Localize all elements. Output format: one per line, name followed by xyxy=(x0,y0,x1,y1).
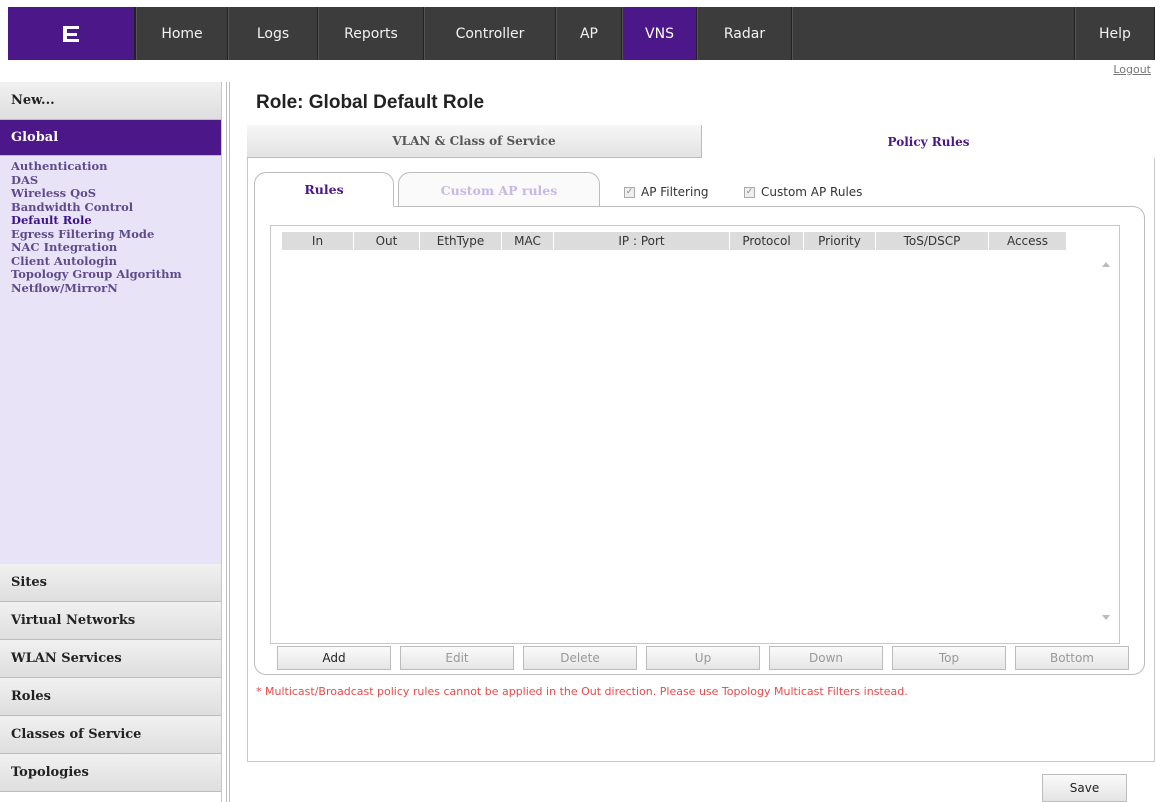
sidebar-classes-of-service[interactable]: Classes of Service xyxy=(0,716,221,754)
sidebar-item-egress-filtering[interactable]: Egress Filtering Mode xyxy=(11,227,221,242)
top-button[interactable]: Top xyxy=(892,646,1006,670)
bottom-button[interactable]: Bottom xyxy=(1015,646,1129,670)
sidebar-item-nac-integration[interactable]: NAC Integration xyxy=(11,240,221,255)
col-access[interactable]: Access xyxy=(989,232,1067,250)
sidebar-virtual-networks[interactable]: Virtual Networks xyxy=(0,602,221,640)
rules-button-row: Add Edit Delete Up Down Top Bottom xyxy=(277,646,1129,670)
down-button[interactable]: Down xyxy=(769,646,883,670)
sidebar-global-list: Authentication DAS Wireless QoS Bandwidt… xyxy=(0,156,221,564)
col-priority[interactable]: Priority xyxy=(804,232,876,250)
ap-filtering-label: AP Filtering xyxy=(641,185,709,199)
brand-logo[interactable] xyxy=(8,7,136,60)
sidebar-item-default-role[interactable]: Default Role xyxy=(11,213,221,228)
col-tos-dscp[interactable]: ToS/DSCP xyxy=(876,232,989,250)
rules-grid[interactable] xyxy=(270,225,1120,644)
logout-link[interactable]: Logout xyxy=(1113,63,1151,76)
sidebar: New... Global Authentication DAS Wireles… xyxy=(0,82,222,802)
sidebar-global[interactable]: Global xyxy=(0,120,221,156)
grid-scrollbar[interactable] xyxy=(1097,250,1115,630)
col-ip-port[interactable]: IP : Port xyxy=(554,232,730,250)
ap-filtering-checkbox[interactable]: ✓ xyxy=(624,186,635,198)
sidebar-wlan-services[interactable]: WLAN Services xyxy=(0,640,221,678)
col-out[interactable]: Out xyxy=(354,232,420,250)
nav-home[interactable]: Home xyxy=(136,7,228,60)
col-protocol[interactable]: Protocol xyxy=(730,232,804,250)
sidebar-splitter[interactable] xyxy=(226,82,230,802)
col-ethtype[interactable]: EthType xyxy=(420,232,502,250)
col-in[interactable]: In xyxy=(282,232,354,250)
nav-radar[interactable]: Radar xyxy=(697,7,792,60)
save-button[interactable]: Save xyxy=(1042,774,1127,802)
sidebar-new[interactable]: New... xyxy=(0,82,221,120)
up-button[interactable]: Up xyxy=(646,646,760,670)
scroll-down-icon[interactable] xyxy=(1102,615,1110,620)
sidebar-item-authentication[interactable]: Authentication xyxy=(11,159,221,174)
scroll-up-icon[interactable] xyxy=(1102,262,1110,267)
nav-help[interactable]: Help xyxy=(1075,7,1155,60)
sidebar-roles[interactable]: Roles xyxy=(0,678,221,716)
nav-vns[interactable]: VNS xyxy=(622,7,697,60)
main-tabs: VLAN & Class of Service Policy Rules xyxy=(247,125,1155,158)
rules-grid-header: In Out EthType MAC IP : Port Protocol Pr… xyxy=(282,232,1067,250)
sidebar-item-wireless-qos[interactable]: Wireless QoS xyxy=(11,186,221,201)
tab-policy-rules[interactable]: Policy Rules xyxy=(702,125,1155,158)
subtab-rules[interactable]: Rules xyxy=(254,172,394,207)
sidebar-topologies[interactable]: Topologies xyxy=(0,754,221,792)
ap-filtering-option[interactable]: ✓ AP Filtering xyxy=(624,185,709,199)
nav-spacer xyxy=(792,7,1075,60)
add-button[interactable]: Add xyxy=(277,646,391,670)
sidebar-item-client-autologin[interactable]: Client Autologin xyxy=(11,254,221,269)
logo-icon xyxy=(63,25,79,42)
custom-ap-rules-label: Custom AP Rules xyxy=(761,185,863,199)
sidebar-item-topology-group[interactable]: Topology Group Algorithm xyxy=(11,267,221,282)
sidebar-item-netflow[interactable]: Netflow/MirrorN xyxy=(11,281,221,296)
top-navigation: Home Logs Reports Controller AP VNS Rada… xyxy=(0,0,1155,62)
nav-bar: Home Logs Reports Controller AP VNS Rada… xyxy=(8,7,1155,60)
nav-reports[interactable]: Reports xyxy=(318,7,424,60)
sidebar-item-bandwidth-control[interactable]: Bandwidth Control xyxy=(11,200,221,215)
subtab-custom-ap-rules[interactable]: Custom AP rules xyxy=(398,172,600,207)
col-mac[interactable]: MAC xyxy=(502,232,554,250)
edit-button[interactable]: Edit xyxy=(400,646,514,670)
nav-controller[interactable]: Controller xyxy=(424,7,556,60)
page-title: Role: Global Default Role xyxy=(256,92,485,113)
nav-logs[interactable]: Logs xyxy=(228,7,318,60)
multicast-warning-note: * Multicast/Broadcast policy rules canno… xyxy=(256,685,908,698)
tab-vlan-class-of-service[interactable]: VLAN & Class of Service xyxy=(247,125,702,158)
sidebar-sites[interactable]: Sites xyxy=(0,564,221,602)
custom-ap-rules-checkbox[interactable]: ✓ xyxy=(744,186,755,198)
sidebar-item-das[interactable]: DAS xyxy=(11,173,221,188)
custom-ap-rules-option[interactable]: ✓ Custom AP Rules xyxy=(744,185,862,199)
nav-ap[interactable]: AP xyxy=(556,7,622,60)
delete-button[interactable]: Delete xyxy=(523,646,637,670)
